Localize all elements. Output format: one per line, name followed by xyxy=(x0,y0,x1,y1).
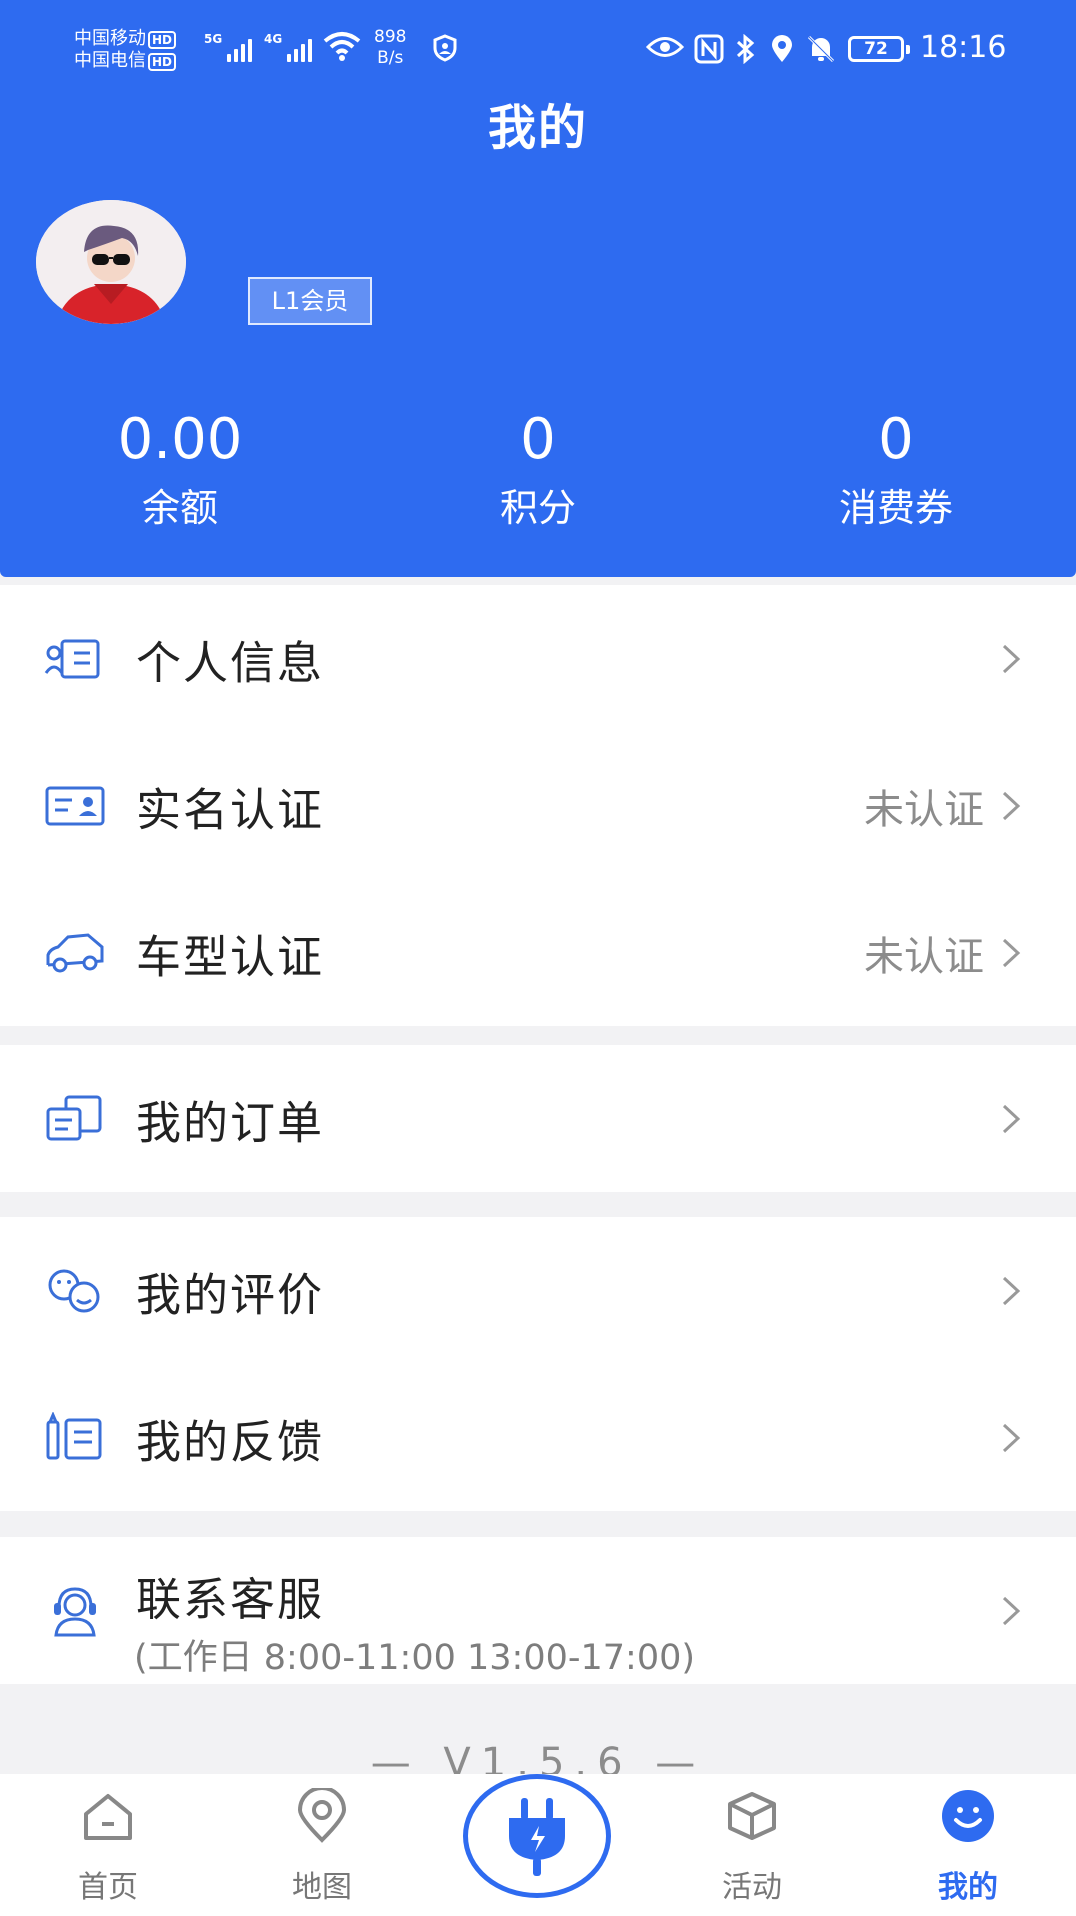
menu-item-profile[interactable]: 个人信息 xyxy=(0,585,1076,732)
carrier-info: 中国移动 HD 中国电信 HD xyxy=(74,28,177,72)
signal-5g-icon: 5G xyxy=(204,32,253,62)
balance-value: 0.00 xyxy=(117,407,243,472)
realname-status: 未认证 xyxy=(864,786,984,833)
nfc-icon xyxy=(694,34,724,64)
tab-label: 我的 xyxy=(938,1870,998,1905)
tab-home[interactable]: 首页 xyxy=(38,1774,178,1916)
profile-header: 中国移动 HD 中国电信 HD 5G 4G 898 B/s 72 18:16 我… xyxy=(0,0,1076,577)
signal-4g-icon: 4G xyxy=(264,32,313,62)
plug-icon xyxy=(509,1798,565,1876)
stat-coupons[interactable]: 0 消费券 xyxy=(746,405,1046,533)
menu-group-feedback: 我的评价 我的反馈 xyxy=(0,1217,1076,1511)
avatar-image xyxy=(36,200,186,324)
points-label: 积分 xyxy=(499,486,576,530)
balance-label: 余额 xyxy=(141,486,218,530)
battery-indicator: 72 xyxy=(848,36,910,62)
menu-label: 联系客服 xyxy=(136,1573,325,1626)
id-card-icon xyxy=(45,786,105,825)
home-icon xyxy=(84,1794,132,1840)
hd-badge: HD xyxy=(148,31,177,49)
vehicle-status: 未认证 xyxy=(864,933,984,980)
menu-item-reviews[interactable]: 我的评价 xyxy=(0,1217,1076,1364)
chevron-right-icon xyxy=(1002,938,1021,967)
menu-group-orders: 我的订单 xyxy=(0,1045,1076,1192)
tab-activity[interactable]: 活动 xyxy=(682,1774,822,1916)
reviews-icon xyxy=(48,1269,100,1312)
menu-label: 车型认证 xyxy=(136,930,325,983)
stat-points[interactable]: 0 积分 xyxy=(388,405,688,533)
chevron-right-icon xyxy=(1002,1596,1021,1625)
avatar[interactable] xyxy=(36,200,186,324)
tab-map[interactable]: 地图 xyxy=(252,1774,392,1916)
wifi-icon xyxy=(323,32,361,61)
tab-mine[interactable]: 我的 xyxy=(898,1774,1038,1916)
clock: 18:16 xyxy=(920,30,1007,65)
net-speed: 898 B/s xyxy=(374,27,407,68)
location-icon xyxy=(772,35,792,62)
car-icon xyxy=(46,932,104,972)
feedback-icon xyxy=(46,1411,102,1459)
menu-label: 我的订单 xyxy=(136,1096,325,1149)
tab-label: 活动 xyxy=(722,1870,782,1905)
menu-item-orders[interactable]: 我的订单 xyxy=(0,1045,1076,1192)
menu-item-feedback[interactable]: 我的反馈 xyxy=(0,1364,1076,1511)
chevron-right-icon xyxy=(1002,1423,1021,1452)
menu-label: 实名认证 xyxy=(136,783,325,836)
menu-label: 个人信息 xyxy=(136,636,325,689)
menu-group-account: 个人信息 实名认证 未认证 车型认证 未认证 xyxy=(0,585,1076,1026)
points-value: 0 xyxy=(520,407,556,472)
hd-badge: HD xyxy=(148,53,177,71)
menu-label: 我的反馈 xyxy=(136,1415,325,1468)
tab-label: 地图 xyxy=(292,1870,352,1905)
status-bar: 中国移动 HD 中国电信 HD 5G 4G 898 B/s 72 18:16 xyxy=(0,0,1076,100)
chevron-right-icon xyxy=(1002,644,1021,673)
chevron-right-icon xyxy=(1002,1104,1021,1133)
bluetooth-icon xyxy=(736,34,755,64)
carrier-2: 中国电信 xyxy=(74,50,146,71)
menu-label: 我的评价 xyxy=(136,1268,325,1321)
member-level-badge: L1会员 xyxy=(248,277,372,325)
eye-icon xyxy=(646,37,684,57)
orders-icon xyxy=(46,1095,102,1140)
chevron-right-icon xyxy=(1002,1276,1021,1305)
charge-button[interactable] xyxy=(463,1774,611,1898)
box-icon xyxy=(728,1792,776,1840)
vpn-shield-icon xyxy=(433,34,457,62)
stat-balance[interactable]: 0.00 余额 xyxy=(30,405,330,533)
coupons-value: 0 xyxy=(878,407,914,472)
menu-item-vehicle[interactable]: 车型认证 未认证 xyxy=(0,879,1076,1026)
tab-label: 首页 xyxy=(78,1870,138,1905)
menu-group-service: 联系客服 (工作日 8:00-11:00 13:00-17:00) xyxy=(0,1537,1076,1684)
service-hours: (工作日 8:00-11:00 13:00-17:00) xyxy=(134,1638,696,1678)
map-pin-icon xyxy=(297,1788,347,1843)
mute-bell-icon xyxy=(807,35,835,63)
coupons-label: 消费券 xyxy=(838,486,953,530)
carrier-1: 中国移动 xyxy=(74,28,146,49)
menu-item-realname[interactable]: 实名认证 未认证 xyxy=(0,732,1076,879)
page-title: 我的 xyxy=(487,100,588,156)
profile-icon xyxy=(44,639,100,678)
menu-item-customer-service[interactable]: 联系客服 (工作日 8:00-11:00 13:00-17:00) xyxy=(0,1537,1076,1684)
headset-icon xyxy=(54,1586,96,1636)
smile-face-icon xyxy=(942,1790,994,1842)
chevron-right-icon xyxy=(1002,791,1021,820)
